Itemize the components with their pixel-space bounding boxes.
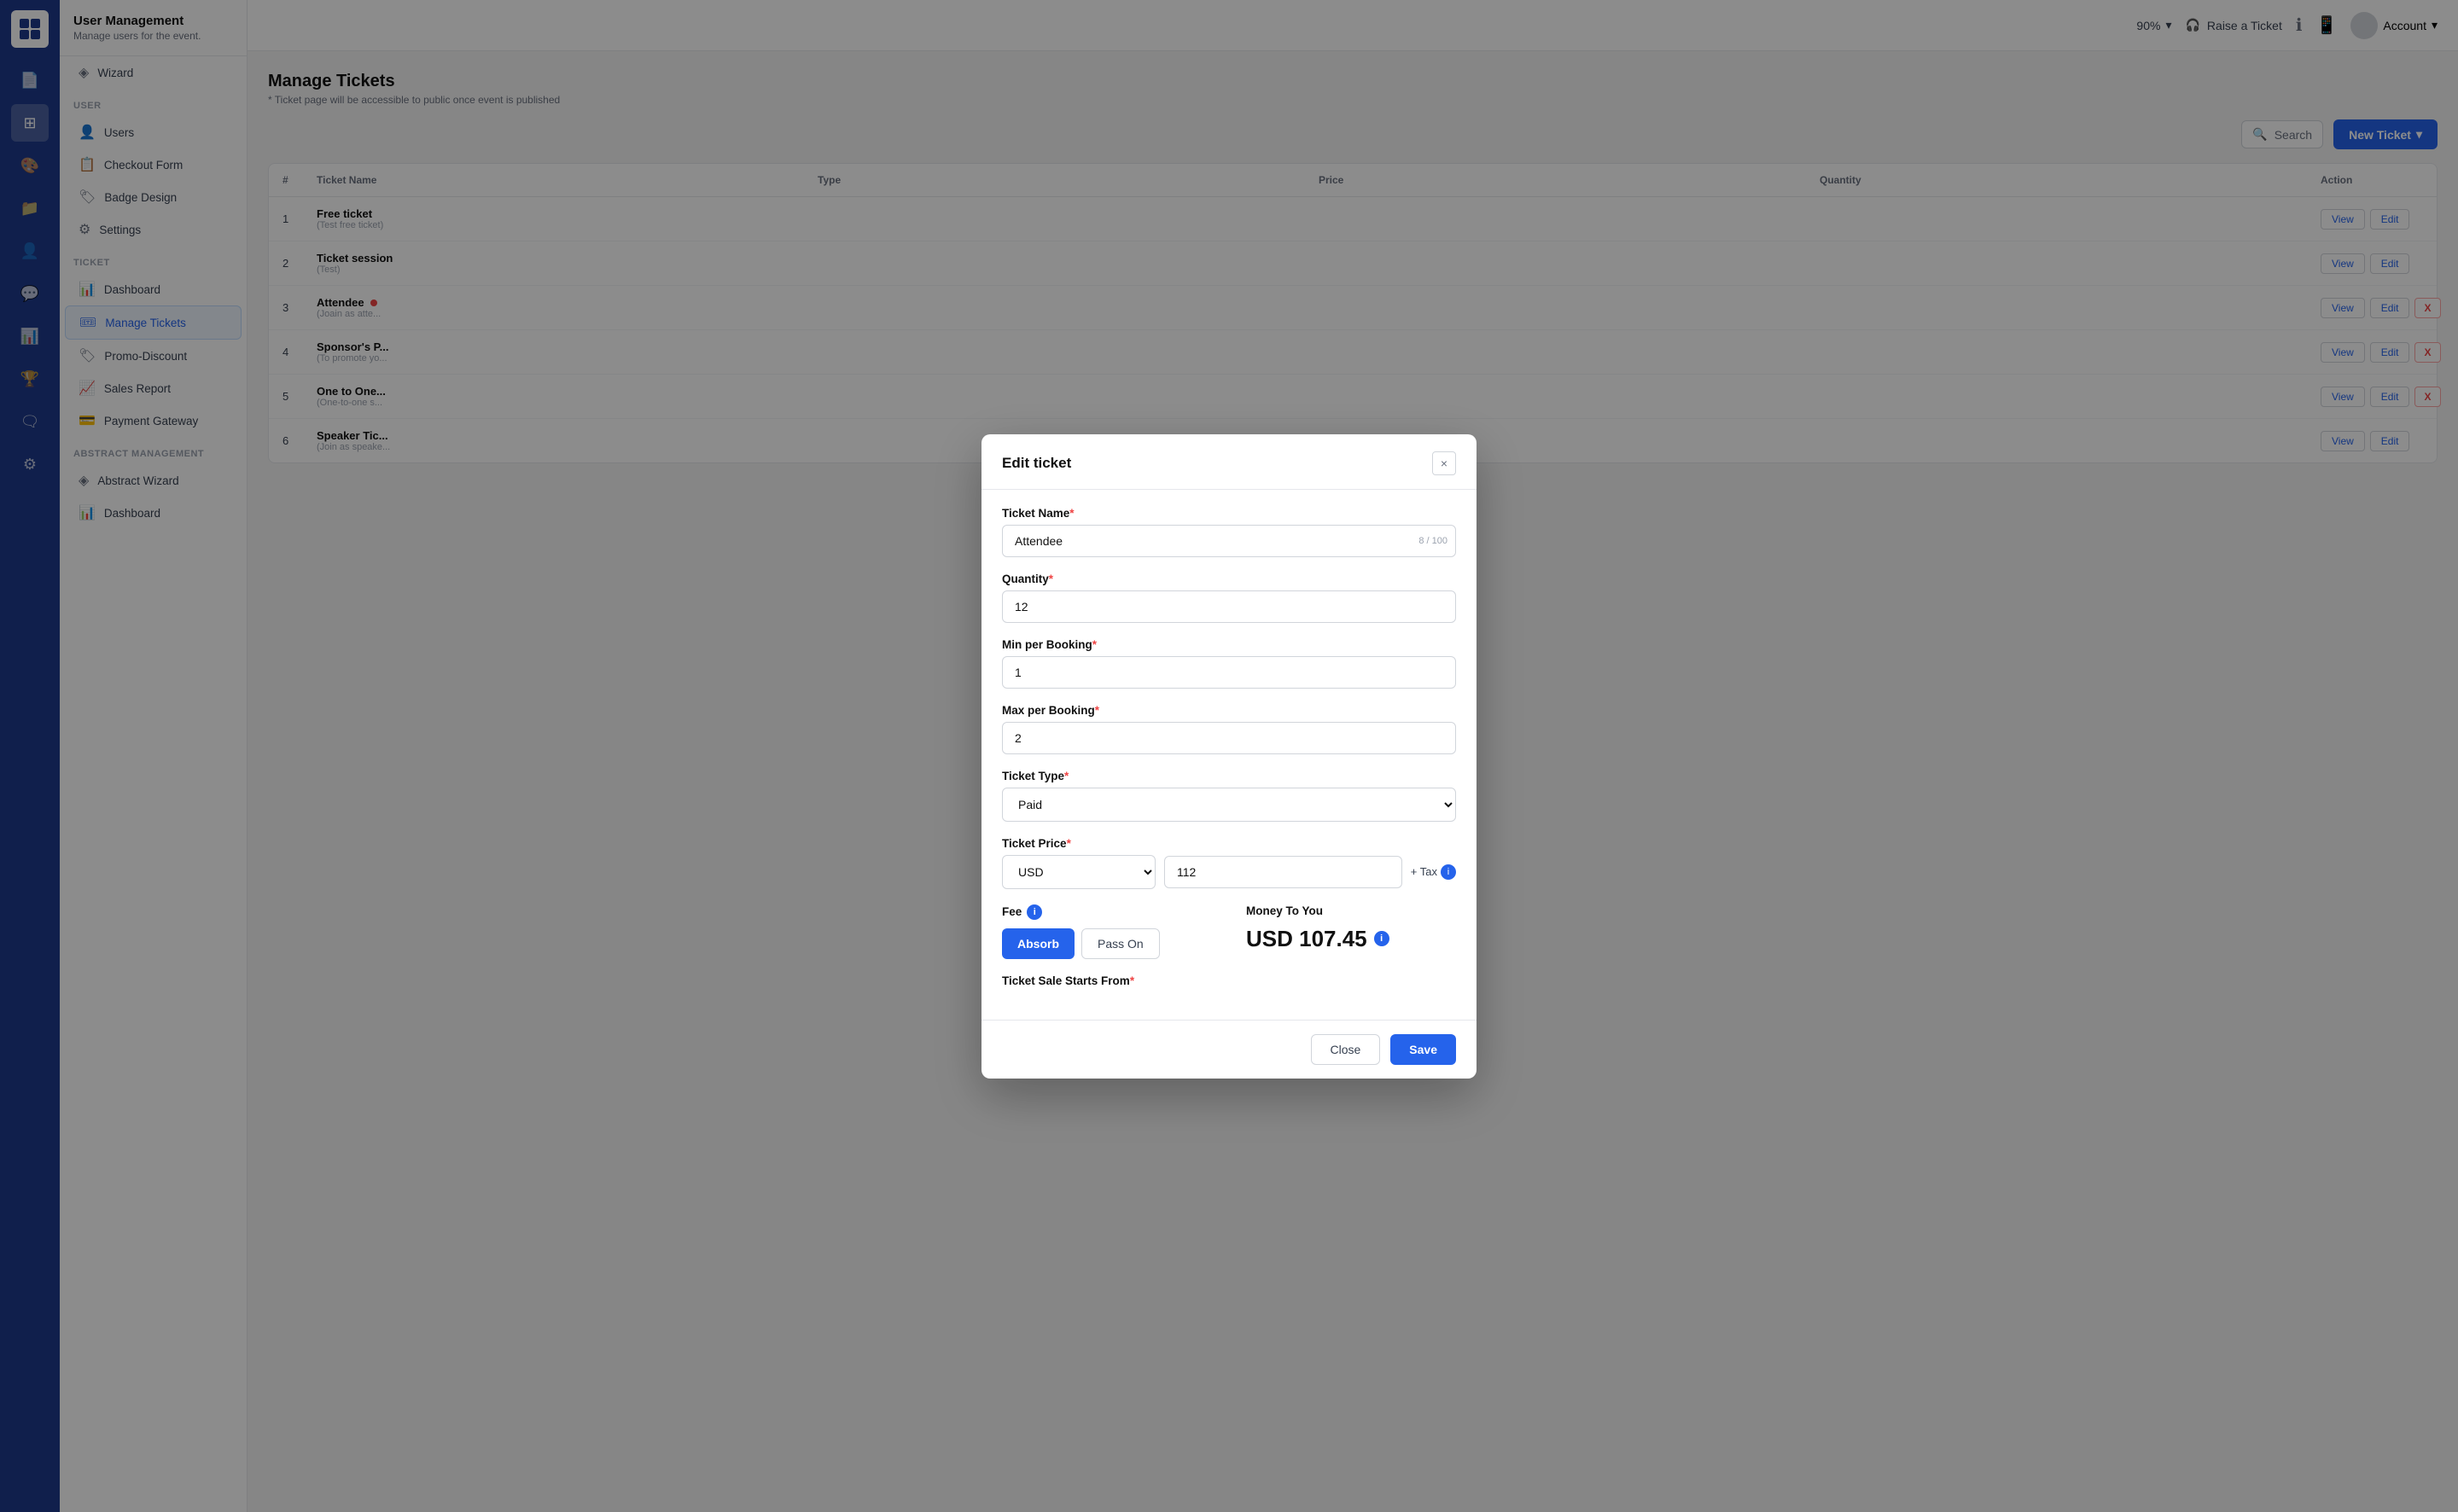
quantity-group: Quantity* <box>1002 573 1456 623</box>
ticket-name-input[interactable] <box>1002 525 1456 557</box>
quantity-input[interactable] <box>1002 590 1456 623</box>
ticket-name-label: Ticket Name* <box>1002 507 1456 520</box>
tax-info-icon[interactable]: i <box>1441 864 1456 880</box>
modal-overlay[interactable]: Edit ticket × Ticket Name* 8 / 100 Quant… <box>0 0 2458 1512</box>
fee-info-icon[interactable]: i <box>1027 904 1042 920</box>
modal-header: Edit ticket × <box>981 434 1477 490</box>
max-booking-label: Max per Booking* <box>1002 704 1456 717</box>
money-section: Money To You USD 107.45 i <box>1246 904 1456 952</box>
price-row: USD EUR GBP AUD + Tax i <box>1002 855 1456 889</box>
min-booking-input[interactable] <box>1002 656 1456 689</box>
modal-title: Edit ticket <box>1002 455 1071 472</box>
close-modal-button[interactable]: Close <box>1311 1034 1381 1065</box>
ticket-name-input-wrapper: 8 / 100 <box>1002 525 1456 557</box>
absorb-button[interactable]: Absorb <box>1002 928 1075 959</box>
modal-close-button[interactable]: × <box>1432 451 1456 475</box>
pass-on-button[interactable]: Pass On <box>1081 928 1160 959</box>
close-icon: × <box>1441 457 1447 470</box>
money-to-you-label: Money To You <box>1246 904 1456 917</box>
ticket-type-select[interactable]: Free Paid Donation <box>1002 788 1456 822</box>
money-info-icon[interactable]: i <box>1374 931 1389 946</box>
ticket-type-label: Ticket Type* <box>1002 770 1456 782</box>
edit-ticket-modal: Edit ticket × Ticket Name* 8 / 100 Quant… <box>981 434 1477 1079</box>
max-booking-input[interactable] <box>1002 722 1456 754</box>
max-booking-group: Max per Booking* <box>1002 704 1456 754</box>
money-to-you-value: USD 107.45 i <box>1246 926 1456 952</box>
modal-body: Ticket Name* 8 / 100 Quantity* Min per B… <box>981 490 1477 1020</box>
modal-footer: Close Save <box>981 1020 1477 1079</box>
ticket-price-group: Ticket Price* USD EUR GBP AUD + Tax i <box>1002 837 1456 889</box>
fee-label: Fee i <box>1002 904 1212 920</box>
fee-row: Fee i Absorb Pass On Money To You USD 10… <box>1002 904 1456 959</box>
ticket-name-group: Ticket Name* 8 / 100 <box>1002 507 1456 557</box>
min-booking-group: Min per Booking* <box>1002 638 1456 689</box>
char-count: 8 / 100 <box>1418 536 1447 546</box>
min-booking-label: Min per Booking* <box>1002 638 1456 651</box>
sale-starts-label: Ticket Sale Starts From* <box>1002 974 1456 987</box>
ticket-type-group: Ticket Type* Free Paid Donation <box>1002 770 1456 822</box>
quantity-label: Quantity* <box>1002 573 1456 585</box>
ticket-price-label: Ticket Price* <box>1002 837 1456 850</box>
price-input[interactable] <box>1164 856 1402 888</box>
currency-select[interactable]: USD EUR GBP AUD <box>1002 855 1156 889</box>
sale-starts-group: Ticket Sale Starts From* <box>1002 974 1456 987</box>
tax-label: + Tax i <box>1411 864 1456 880</box>
fee-section: Fee i Absorb Pass On <box>1002 904 1212 959</box>
save-button[interactable]: Save <box>1390 1034 1456 1065</box>
